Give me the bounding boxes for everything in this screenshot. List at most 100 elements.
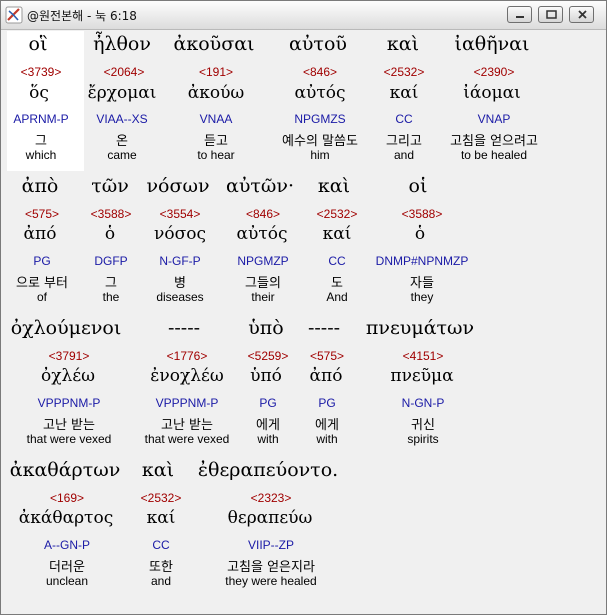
english-gloss: unclean: [45, 574, 89, 588]
parse-code: VNAA: [199, 112, 233, 126]
lemma-word: ἰάομαι: [463, 83, 521, 103]
lemma-word: ὑπό: [250, 366, 282, 386]
greek-word: -----: [167, 317, 201, 339]
english-gloss: they were healed: [225, 574, 317, 588]
maximize-button[interactable]: [538, 6, 563, 23]
strong-number[interactable]: <191>: [199, 65, 233, 79]
english-gloss: came: [107, 148, 137, 162]
korean-gloss: 예수의 말씀도: [282, 134, 358, 149]
parse-code: CC: [328, 254, 346, 268]
korean-gloss: 듣고: [204, 134, 228, 149]
minimize-button[interactable]: [507, 6, 532, 23]
minimize-icon: [516, 16, 524, 18]
lemma-word: καί: [322, 224, 352, 244]
strong-number[interactable]: <3554>: [160, 207, 201, 221]
strong-number[interactable]: <575>: [310, 349, 344, 363]
app-window: @원전본해 - 눅 6:18 οἳ <3739> ὅς APRNM-P 그 wh…: [0, 0, 607, 615]
close-icon: [578, 10, 587, 19]
korean-gloss: 고침을 얻은지라: [227, 560, 315, 575]
english-gloss: that were vexed: [26, 432, 112, 446]
parse-code: N-GF-P: [159, 254, 201, 268]
parse-code: PG: [259, 396, 277, 410]
korean-gloss: 온: [116, 134, 128, 149]
parse-code: PG: [318, 396, 336, 410]
interlinear-panel: οἳ <3739> ὅς APRNM-P 그 which ἦλθον <2064…: [4, 31, 603, 611]
strong-number[interactable]: <3588>: [402, 207, 443, 221]
lemma-word: ἀκούω: [187, 83, 245, 103]
strong-number[interactable]: <575>: [25, 207, 59, 221]
parse-code: VPPPNM-P: [155, 396, 219, 410]
strong-number[interactable]: <169>: [50, 491, 84, 505]
strong-number[interactable]: <2390>: [474, 65, 515, 79]
strong-number[interactable]: <2323>: [251, 491, 292, 505]
korean-gloss: 자들: [410, 276, 434, 291]
lemma-word: ἀπό: [23, 224, 57, 244]
greek-word: ὑπὸ: [248, 317, 284, 339]
english-gloss: they: [410, 290, 434, 304]
english-gloss: with: [316, 432, 338, 446]
strong-number[interactable]: <2532>: [141, 491, 182, 505]
lemma-word: ὅς: [29, 83, 49, 103]
korean-gloss: 그: [105, 276, 117, 291]
korean-gloss: 고난 받는: [161, 418, 213, 433]
strong-number[interactable]: <2532>: [317, 207, 358, 221]
parse-code: DNMP#NPNMZP: [375, 254, 469, 268]
parse-code: CC: [152, 538, 170, 552]
parse-code: A--GN-P: [44, 538, 90, 552]
english-gloss: of: [36, 290, 48, 304]
korean-gloss: 에게: [315, 418, 339, 433]
greek-word: καὶ: [386, 33, 420, 55]
strong-number[interactable]: <846>: [303, 65, 337, 79]
strong-number[interactable]: <846>: [246, 207, 280, 221]
parse-code: VNAP: [477, 112, 511, 126]
english-gloss: to hear: [197, 148, 235, 162]
greek-word: -----: [307, 317, 341, 339]
english-gloss: and: [393, 148, 415, 162]
parse-code: NPGMZP: [237, 254, 289, 268]
lemma-word: ἔρχομαι: [87, 83, 157, 103]
greek-word: οἱ: [408, 175, 428, 197]
english-gloss: to be healed: [460, 148, 528, 162]
korean-gloss: 그들의: [245, 276, 281, 291]
strong-number[interactable]: <2532>: [384, 65, 425, 79]
title-bar[interactable]: @원전본해 - 눅 6:18: [1, 1, 606, 30]
korean-gloss: 더러운: [49, 560, 85, 575]
lemma-word: καί: [389, 83, 419, 103]
strong-number[interactable]: <3588>: [91, 207, 132, 221]
app-icon: [5, 6, 23, 24]
lemma-word: αὐτός: [294, 83, 346, 103]
greek-word: ἦλθον: [93, 33, 151, 55]
korean-gloss: 그리고: [386, 134, 422, 149]
english-gloss: which: [25, 148, 57, 162]
strong-number[interactable]: <4151>: [403, 349, 444, 363]
english-gloss: him: [310, 148, 330, 162]
lemma-word: πνεῦμα: [390, 366, 454, 386]
greek-word: πνευμάτων: [365, 317, 475, 339]
parse-code: PG: [33, 254, 51, 268]
korean-gloss: 고난 받는: [43, 418, 95, 433]
korean-gloss: 그: [35, 134, 47, 149]
korean-gloss: 으로 부터: [16, 276, 68, 291]
english-gloss: spirits: [407, 432, 439, 446]
greek-word: ὀχλούμενοι: [10, 317, 122, 339]
english-gloss: diseases: [156, 290, 204, 304]
strong-number[interactable]: <3739>: [21, 65, 62, 79]
greek-word: αὐτῶν·: [226, 175, 294, 197]
korean-gloss: 병: [174, 276, 186, 291]
lemma-word: ὀχλέω: [41, 366, 95, 386]
greek-word: καὶ: [141, 459, 175, 481]
greek-word: ἰαθῆναι: [454, 33, 530, 55]
strong-number[interactable]: <1776>: [167, 349, 208, 363]
korean-gloss: 또한: [149, 560, 173, 575]
parse-code: APRNM-P: [13, 112, 69, 126]
greek-word: ἐθεραπεύοντο.: [197, 459, 339, 481]
strong-number[interactable]: <5259>: [248, 349, 289, 363]
english-gloss: with: [257, 432, 279, 446]
strong-number[interactable]: <2064>: [104, 65, 145, 79]
english-gloss: and: [150, 574, 172, 588]
strong-number[interactable]: <3791>: [49, 349, 90, 363]
greek-word: ἀπὸ: [21, 175, 59, 197]
close-button[interactable]: [569, 6, 594, 23]
window-title: @원전본해 - 눅 6:18: [27, 9, 137, 23]
parse-code: VIIP--ZP: [247, 538, 295, 552]
